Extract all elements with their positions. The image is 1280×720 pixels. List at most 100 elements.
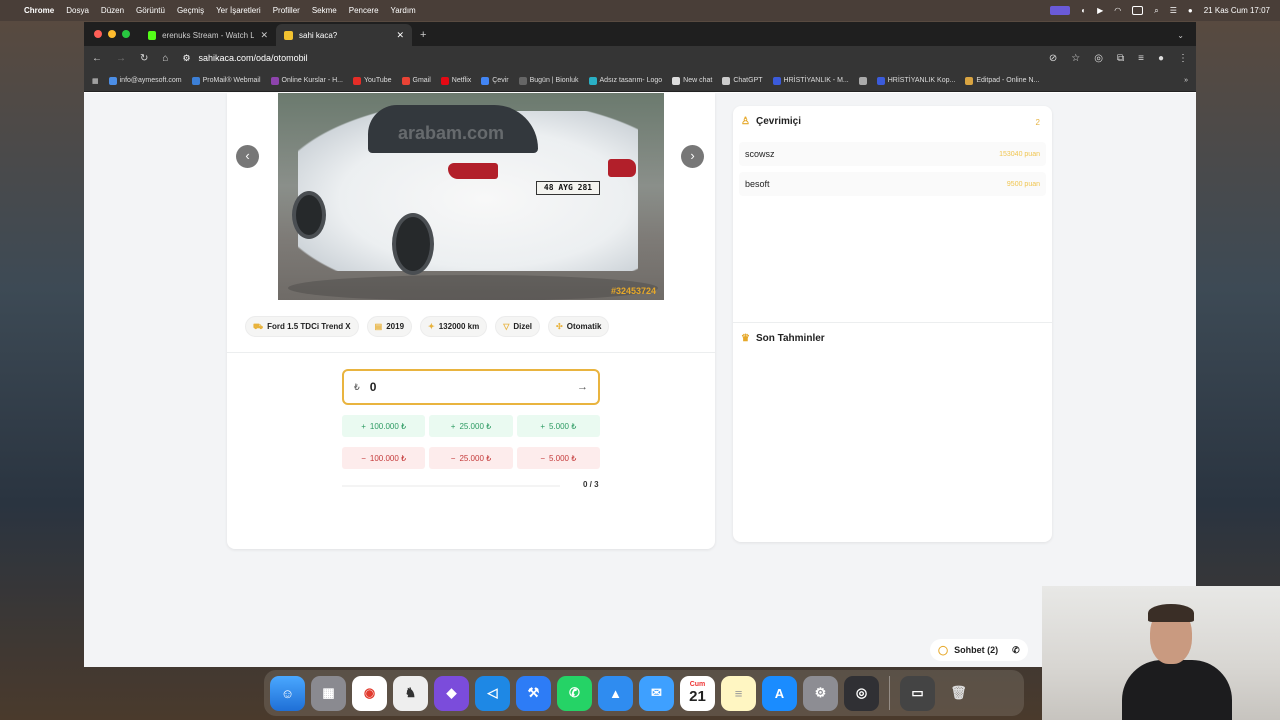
eye-off-icon[interactable]: ⊘ xyxy=(1049,53,1057,64)
tab-bar: erenuks Stream - Watch Live ✕ sahi kaca?… xyxy=(84,22,1196,46)
minimize-window-button[interactable] xyxy=(108,30,116,38)
screen-record-icon[interactable] xyxy=(1050,6,1071,15)
xcode-icon[interactable]: ⚒ xyxy=(516,675,551,711)
chat-button[interactable]: ◯ Sohbet (2) ✆ xyxy=(930,639,1028,661)
menu-tab[interactable]: Sekme xyxy=(312,6,337,15)
siri-icon[interactable]: ● xyxy=(1188,6,1193,15)
menu-help[interactable]: Yardım xyxy=(391,6,416,15)
more-bookmarks-icon[interactable]: » xyxy=(1184,77,1188,84)
search-icon[interactable]: ⌕ xyxy=(1154,6,1158,16)
bookmark-item[interactable]: YouTube xyxy=(353,76,392,85)
bookmark-item[interactable]: HRİSTİYANLIK Kop... xyxy=(876,76,955,85)
menu-bookmarks[interactable]: Yer İşaretleri xyxy=(216,6,261,15)
bookmark-item[interactable]: ProMail® Webmail xyxy=(191,76,261,85)
wifi-icon[interactable]: ◠ xyxy=(1114,6,1121,15)
bookmark-item[interactable]: Online Kurslar - H... xyxy=(270,76,343,85)
tab-search-icon[interactable]: ⌄ xyxy=(1177,31,1184,40)
visual-studio-icon[interactable]: ◆ xyxy=(434,675,469,711)
bookmark-item[interactable]: Netflix xyxy=(440,76,471,85)
mail-icon[interactable]: ✉ xyxy=(639,675,674,711)
wheel xyxy=(292,191,326,239)
obs-icon[interactable]: ◎ xyxy=(844,675,879,711)
close-tab-icon[interactable]: ✕ xyxy=(260,30,268,41)
chrome-icon[interactable]: ◉ xyxy=(352,675,387,711)
prev-photo-button[interactable]: ‹ xyxy=(236,145,259,168)
maps-icon[interactable]: ▲ xyxy=(598,675,633,711)
apps-grid-icon[interactable]: ▦ xyxy=(92,77,99,85)
back-icon[interactable]: ← xyxy=(92,53,102,64)
globe-icon xyxy=(858,76,867,85)
bookmark-item[interactable]: Bugün | Bionluk xyxy=(518,76,579,85)
tab-sahikaca[interactable]: sahi kaca? ✕ xyxy=(276,24,412,46)
bookmark-item[interactable]: New chat xyxy=(672,76,713,85)
chatgpt-icon xyxy=(722,76,731,85)
tab-stream[interactable]: erenuks Stream - Watch Live ✕ xyxy=(140,24,276,46)
play-icon[interactable]: ▶ xyxy=(1097,6,1103,15)
price-guess-field[interactable]: ₺ 0 → xyxy=(342,369,600,405)
zoom-window-button[interactable] xyxy=(122,30,130,38)
subtract-25000-button[interactable]: −25.000 ₺ xyxy=(429,447,513,469)
bookmark-item[interactable] xyxy=(858,76,867,85)
trophy-icon: ♛ xyxy=(741,333,750,344)
price-guess-input[interactable]: 0 xyxy=(370,380,567,394)
url-text[interactable]: sahikaca.com/oda/otomobil xyxy=(199,53,308,63)
vscode-icon[interactable]: ◁ xyxy=(475,675,510,711)
menu-window[interactable]: Pencere xyxy=(349,6,379,15)
bookmark-item[interactable]: HRİSTİYANLIK - M... xyxy=(772,76,849,85)
app-store-icon[interactable]: A xyxy=(762,675,797,711)
address-bar[interactable]: ⚙ sahikaca.com/oda/otomobil xyxy=(182,53,1034,64)
calendar-icon[interactable]: Cum 21 xyxy=(680,675,715,711)
bookmark-item[interactable]: info@aymesoft.com xyxy=(108,76,182,85)
site-info-icon[interactable]: ⚙ xyxy=(182,53,190,64)
bookmark-item[interactable]: ChatGPT xyxy=(722,76,763,85)
bookmark-item[interactable]: Adsız tasarım- Logo xyxy=(588,76,662,85)
forward-icon[interactable]: → xyxy=(116,53,126,64)
more-menu-icon[interactable]: ⋮ xyxy=(1178,53,1188,64)
control-center-icon[interactable]: ☰ xyxy=(1170,6,1177,15)
close-tab-icon[interactable]: ✕ xyxy=(396,30,404,41)
app-icon[interactable]: ♞ xyxy=(393,675,428,711)
bookmark-item[interactable]: Editpad - Online N... xyxy=(965,76,1039,85)
document-icon xyxy=(876,76,885,85)
battery-icon[interactable] xyxy=(1132,6,1144,15)
puzzle-icon[interactable]: ⧉ xyxy=(1117,53,1124,64)
menu-view[interactable]: Görüntü xyxy=(136,6,165,15)
phone-icon[interactable]: ✆ xyxy=(1012,645,1020,656)
status-icon[interactable]: ◐ xyxy=(1081,6,1086,15)
finder-icon[interactable]: ☺ xyxy=(270,675,305,711)
bookmark-label: New chat xyxy=(683,77,713,84)
close-window-button[interactable] xyxy=(94,30,102,38)
menu-profiles[interactable]: Profiller xyxy=(273,6,300,15)
launchpad-icon[interactable]: ▦ xyxy=(311,675,346,711)
quick-adjust-buttons: +100.000 ₺ +25.000 ₺ +5.000 ₺ −100.000 ₺… xyxy=(342,415,600,469)
bookmark-item[interactable]: Gmail xyxy=(401,76,431,85)
whatsapp-icon[interactable]: ✆ xyxy=(557,675,592,711)
notes-icon[interactable]: ≡ xyxy=(721,675,756,711)
add-100000-button[interactable]: +100.000 ₺ xyxy=(342,415,426,437)
menu-history[interactable]: Geçmiş xyxy=(177,6,204,15)
new-tab-button[interactable]: + xyxy=(420,29,426,41)
extension-icon[interactable]: ◎ xyxy=(1094,53,1103,64)
bookmark-star-icon[interactable]: ☆ xyxy=(1071,53,1080,64)
profile-avatar[interactable]: ● xyxy=(1158,53,1164,64)
settings-icon[interactable]: ⚙ xyxy=(803,675,838,711)
subtract-5000-button[interactable]: −5.000 ₺ xyxy=(516,447,600,469)
add-5000-button[interactable]: +5.000 ₺ xyxy=(516,415,600,437)
menu-app[interactable]: Chrome xyxy=(24,6,54,15)
subtract-100000-button[interactable]: −100.000 ₺ xyxy=(342,447,426,469)
bookmark-item[interactable]: Çevir xyxy=(481,76,509,85)
user-name: scowsz xyxy=(745,149,775,159)
media-icon[interactable]: ≡ xyxy=(1138,53,1144,64)
menubar-clock[interactable]: 21 Kas Cum 17:07 xyxy=(1204,6,1270,15)
webcam-overlay xyxy=(1042,586,1280,720)
menu-edit[interactable]: Düzen xyxy=(101,6,124,15)
downloads-stack-icon[interactable]: ▭ xyxy=(900,675,935,711)
add-25000-button[interactable]: +25.000 ₺ xyxy=(429,415,513,437)
gauge-icon: ✦ xyxy=(428,322,435,331)
trash-icon[interactable]: 🗑 xyxy=(941,676,976,711)
submit-arrow-icon[interactable]: → xyxy=(577,381,588,393)
next-photo-button[interactable]: › xyxy=(681,145,704,168)
home-icon[interactable]: ⌂ xyxy=(162,53,168,64)
reload-icon[interactable]: ↻ xyxy=(140,53,148,64)
menu-file[interactable]: Dosya xyxy=(66,6,89,15)
